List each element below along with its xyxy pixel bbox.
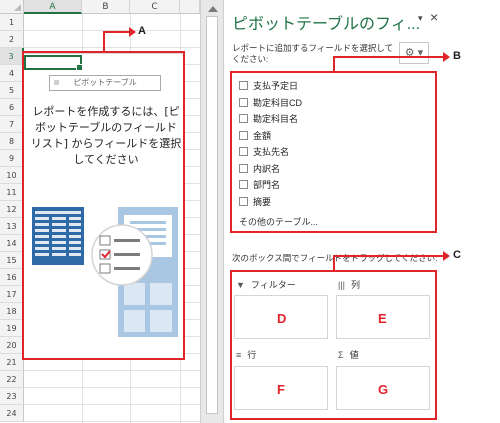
callout-box-a xyxy=(22,51,185,360)
scroll-up-arrow-icon[interactable] xyxy=(208,6,218,12)
vertical-scrollbar[interactable] xyxy=(200,0,224,423)
column-header-b[interactable]: B xyxy=(82,0,130,14)
grid-line xyxy=(24,387,200,388)
field-select-hint: レポートに追加するフィールドを選択してください: xyxy=(232,43,394,64)
row-header[interactable]: 19 xyxy=(0,320,24,337)
row-header[interactable]: 8 xyxy=(0,133,24,150)
row-header[interactable]: 15 xyxy=(0,252,24,269)
callout-box-c xyxy=(230,270,437,420)
callout-arrow-c xyxy=(443,251,450,261)
column-header-a[interactable]: A xyxy=(24,0,82,14)
row-header[interactable]: 21 xyxy=(0,354,24,371)
row-header[interactable]: 3 xyxy=(0,48,24,65)
gear-icon[interactable]: ⚙ ▾ xyxy=(399,42,429,64)
row-header[interactable]: 24 xyxy=(0,405,24,422)
callout-line-c xyxy=(333,255,445,257)
row-header[interactable]: 2 xyxy=(0,31,24,48)
callout-label-c: C xyxy=(453,249,461,261)
callout-line-c xyxy=(333,255,335,271)
row-header[interactable]: 16 xyxy=(0,269,24,286)
row-header[interactable]: 20 xyxy=(0,337,24,354)
pivot-fields-pane: ピボットテーブルのフィ... ▾ × レポートに追加するフィールドを選択してくだ… xyxy=(224,0,500,423)
row-header[interactable]: 5 xyxy=(0,82,24,99)
grid-line xyxy=(24,421,200,422)
row-header[interactable]: 10 xyxy=(0,167,24,184)
callout-line-b xyxy=(333,56,335,72)
row-header[interactable]: 9 xyxy=(0,150,24,167)
callout-arrow-a xyxy=(129,27,136,37)
callout-arrow-b xyxy=(443,52,450,62)
row-header[interactable]: 12 xyxy=(0,201,24,218)
row-header[interactable]: 17 xyxy=(0,286,24,303)
row-header[interactable]: 11 xyxy=(0,184,24,201)
row-header[interactable]: 6 xyxy=(0,99,24,116)
pane-options-dropdown-icon[interactable]: ▾ xyxy=(418,13,423,24)
column-header-next[interactable] xyxy=(180,0,200,14)
close-icon[interactable]: × xyxy=(430,9,438,25)
callout-label-b: B xyxy=(453,50,461,62)
row-header[interactable]: 18 xyxy=(0,303,24,320)
spreadsheet[interactable]: A B C 1 2 3 4 5 6 7 8 9 10 11 12 13 14 15 16 17 18 19 20 21 2… xyxy=(0,0,200,423)
callout-line-a xyxy=(103,31,131,33)
pane-title: ピボットテーブルのフィ... xyxy=(232,16,421,33)
scrollbar-thumb[interactable] xyxy=(206,16,218,414)
callout-box-b xyxy=(230,71,437,233)
row-header[interactable]: 7 xyxy=(0,116,24,133)
select-all-corner[interactable] xyxy=(0,0,24,14)
row-header[interactable]: 14 xyxy=(0,235,24,252)
row-header[interactable]: 22 xyxy=(0,371,24,388)
grid-line xyxy=(24,47,200,48)
row-header[interactable]: 23 xyxy=(0,388,24,405)
row-header[interactable]: 1 xyxy=(0,14,24,31)
row-header[interactable]: 4 xyxy=(0,65,24,82)
grid-line xyxy=(24,370,200,371)
callout-line-a xyxy=(103,31,105,52)
row-header[interactable]: 13 xyxy=(0,218,24,235)
column-header-c[interactable]: C xyxy=(130,0,180,14)
grid-line xyxy=(24,404,200,405)
callout-line-b xyxy=(333,56,445,58)
callout-label-a: A xyxy=(138,25,146,37)
